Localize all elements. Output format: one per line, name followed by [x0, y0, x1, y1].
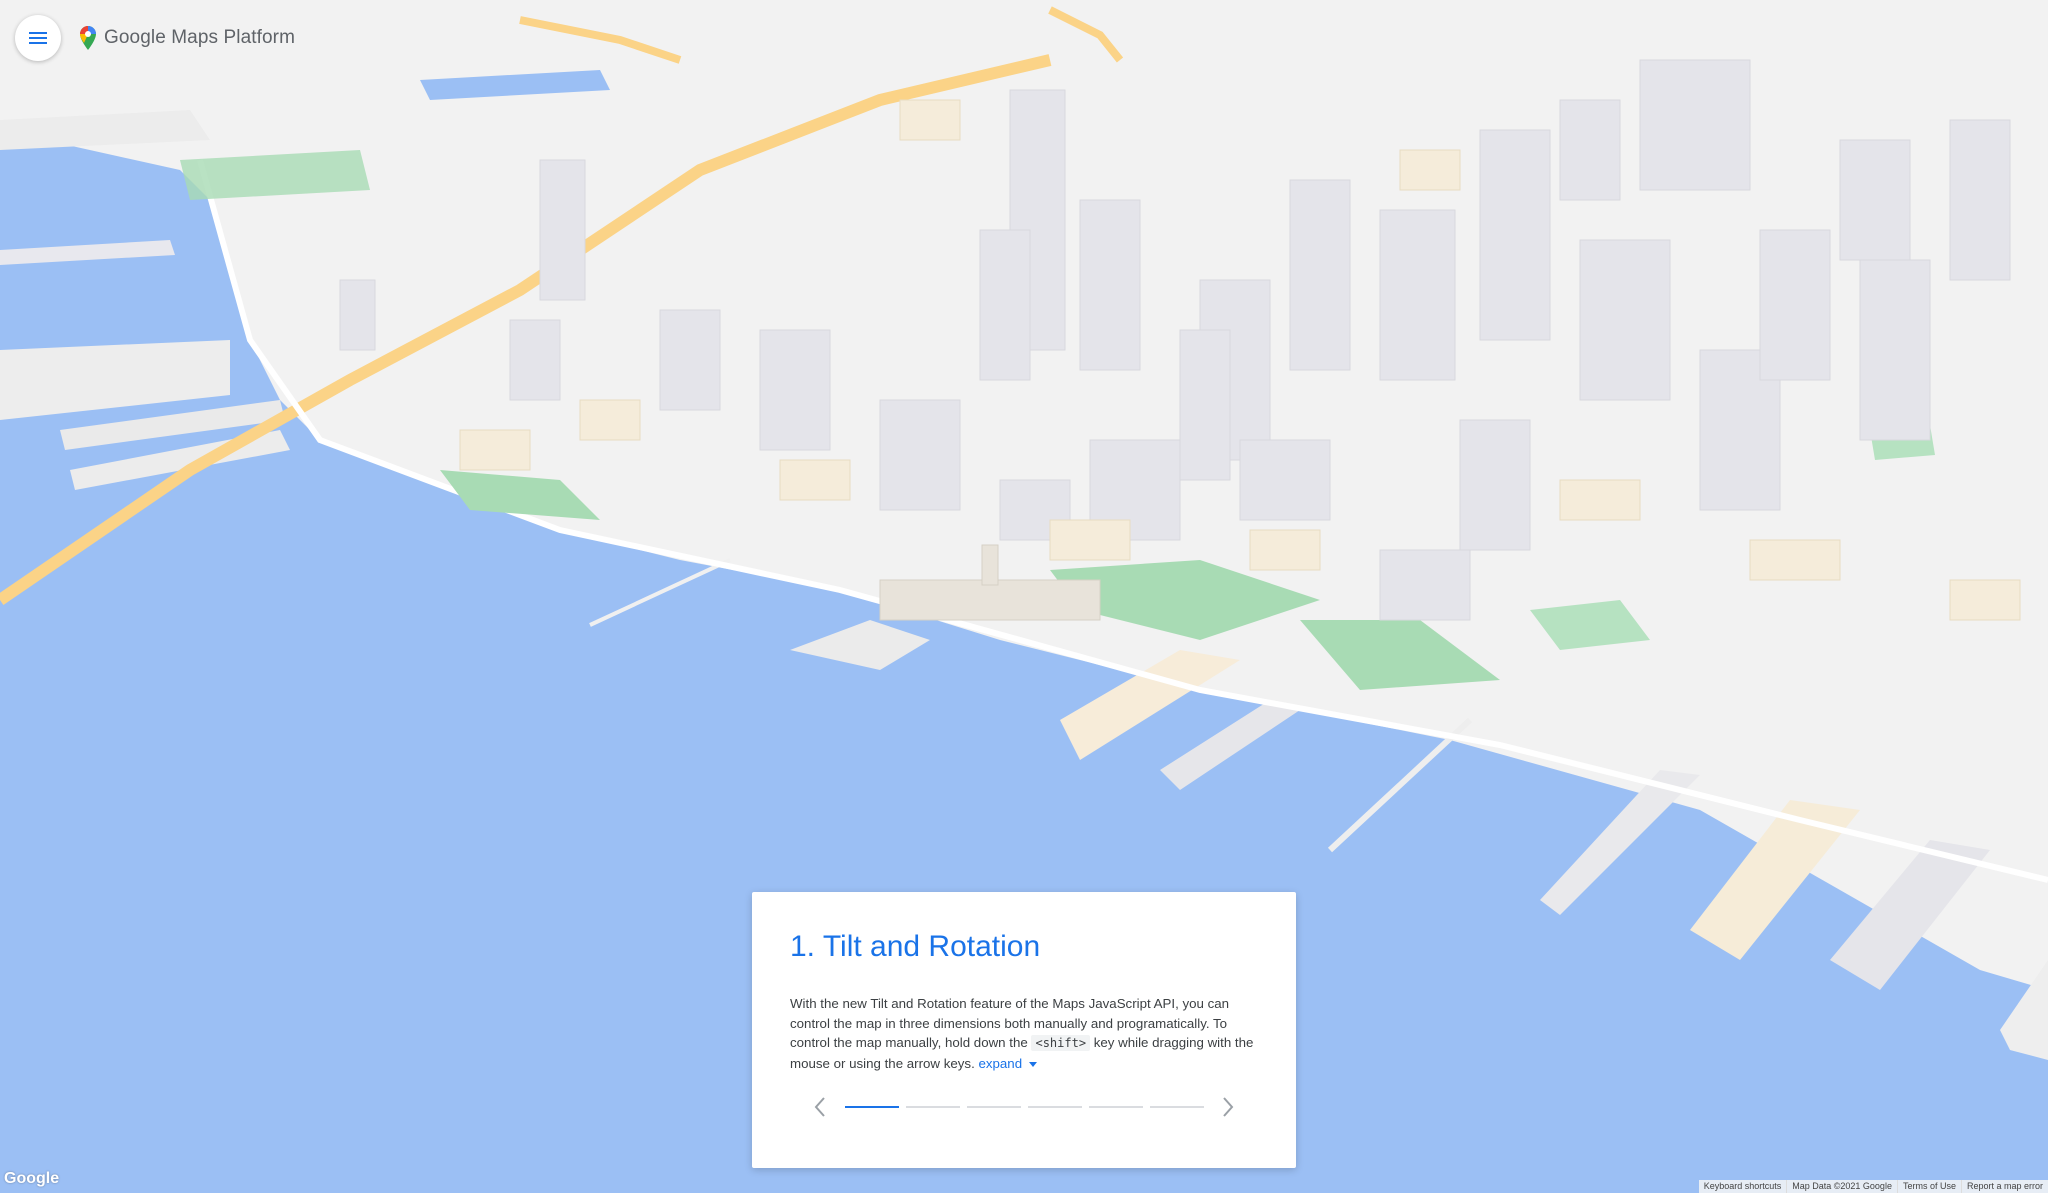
chevron-right-icon: [1223, 1097, 1234, 1117]
keyboard-shortcuts-link[interactable]: Keyboard shortcuts: [1699, 1180, 1787, 1193]
hamburger-menu-icon: [29, 32, 47, 44]
chevron-left-icon: [814, 1097, 825, 1117]
report-error-link[interactable]: Report a map error: [1960, 1180, 2048, 1193]
menu-button[interactable]: [15, 15, 61, 61]
card-body: With the new Tilt and Rotation feature o…: [790, 994, 1258, 1073]
brand-name: Google Maps Platform: [104, 27, 296, 48]
terms-link[interactable]: Terms of Use: [1896, 1180, 1961, 1193]
prev-button[interactable]: [808, 1095, 832, 1119]
map-data-text: Map Data ©2021 Google: [1786, 1180, 1897, 1193]
pager-dot-5[interactable]: [1088, 1106, 1143, 1108]
pager: [808, 1094, 1240, 1120]
card-title: 1. Tilt and Rotation: [790, 930, 1041, 963]
caret-down-icon: [1028, 1061, 1037, 1067]
pager-dot-2[interactable]: [905, 1106, 960, 1108]
shift-key-code: <shift>: [1031, 1035, 1091, 1052]
maps-pin-icon: [80, 26, 96, 50]
expand-label: expand: [978, 1055, 1023, 1071]
pager-dots: [844, 1106, 1204, 1108]
info-card: 1. Tilt and Rotation With the new Tilt a…: [752, 892, 1296, 1168]
brand: Google Maps Platform: [80, 26, 295, 50]
pager-dot-3[interactable]: [966, 1106, 1021, 1108]
pager-dot-6[interactable]: [1149, 1106, 1204, 1108]
pager-dot-1[interactable]: [844, 1106, 899, 1108]
pager-dot-4[interactable]: [1027, 1106, 1082, 1108]
expand-link[interactable]: expand: [978, 1055, 1037, 1071]
next-button[interactable]: [1216, 1095, 1240, 1119]
google-logo[interactable]: Google: [4, 1170, 59, 1188]
map-footer: Keyboard shortcuts Map Data ©2021 Google…: [1698, 1180, 2048, 1193]
